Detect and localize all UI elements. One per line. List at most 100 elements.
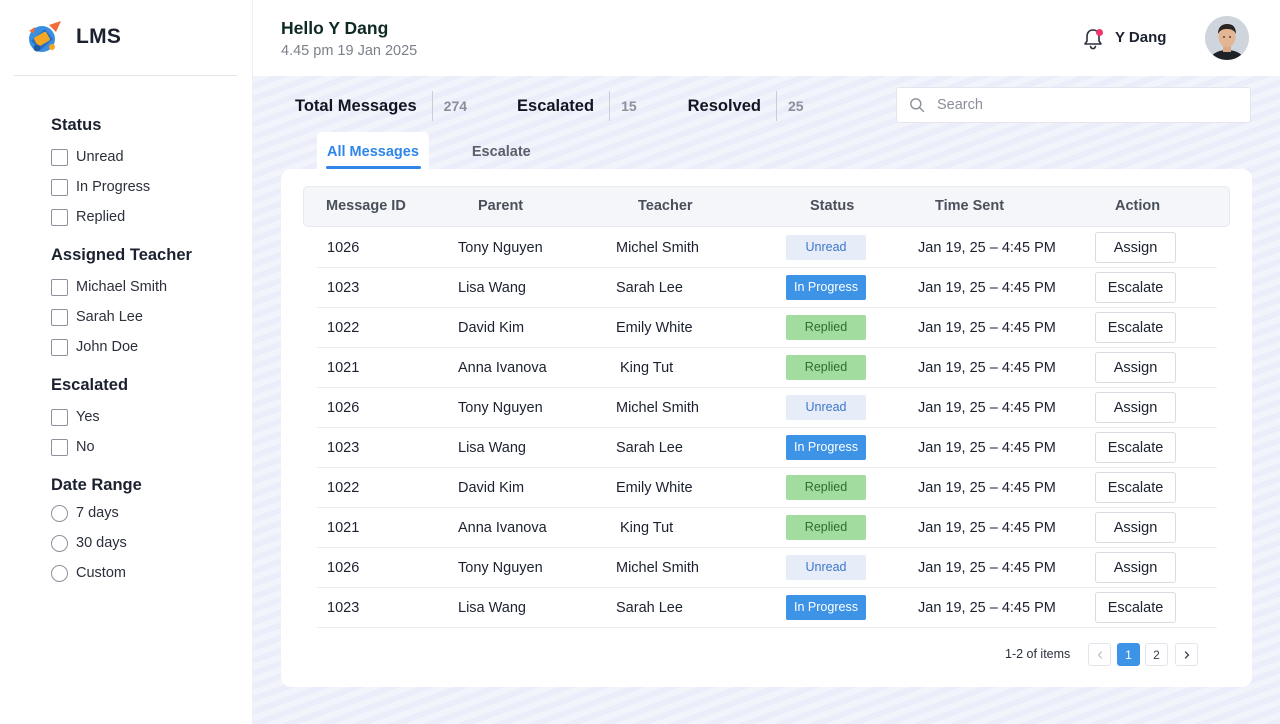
filter-option-john-doe[interactable]: John Doe [51, 332, 192, 362]
table-row[interactable]: 1026 Tony Nguyen Michel Smith Unread Jan 19,… [317, 548, 1217, 588]
table-row[interactable]: 1023 Lisa Wang Sarah Lee In Progress Jan 19,… [317, 428, 1217, 468]
filter-option-label: 30 days [76, 535, 127, 551]
table-row[interactable]: 1021 Anna Ivanova King Tut Replied Jan 19, 2… [317, 348, 1217, 388]
checkbox[interactable] [51, 208, 68, 226]
chevron-right-icon [1184, 650, 1189, 659]
column-header-time-sent[interactable]: Time Sent [935, 187, 1004, 226]
filter-option-yes[interactable]: Yes [51, 402, 128, 432]
escalate-button[interactable]: Escalate [1095, 592, 1176, 623]
stat-value: 25 [788, 98, 804, 114]
checkbox[interactable] [51, 178, 68, 196]
stat-divider [431, 91, 433, 121]
parent-cell: David Kim [458, 320, 525, 336]
parent-cell: Tony Nguyen [458, 240, 543, 256]
message-tabs: All Messages Escalate [317, 132, 541, 172]
filter-option-custom[interactable]: Custom [51, 558, 142, 588]
status-badge: Unread [786, 235, 866, 260]
stat-escalated: Escalated 15 [517, 90, 637, 122]
checkbox[interactable] [51, 308, 68, 326]
avatar[interactable] [1205, 16, 1249, 60]
filter-option-label: Unread [76, 149, 124, 165]
tab-all-messages[interactable]: All Messages [317, 132, 429, 172]
table-row[interactable]: 1021 Anna Ivanova King Tut Replied Jan 19, 2… [317, 508, 1217, 548]
teacher-cell: Michel Smith [616, 240, 699, 256]
table-row[interactable]: 1026 Tony Nguyen Michel Smith Unread Jan 19,… [317, 228, 1217, 268]
time-sent-cell: Jan 19, 25 – 4:45 PM [918, 320, 1056, 336]
column-header-status[interactable]: Status [810, 187, 854, 226]
checkbox[interactable] [51, 148, 68, 166]
page-button-1[interactable]: 1 [1117, 643, 1140, 666]
time-sent-cell: Jan 19, 25 – 4:45 PM [918, 600, 1056, 616]
column-header-action[interactable]: Action [1115, 187, 1160, 226]
filter-group-escalated: Escalated Yes No [51, 376, 128, 462]
stat-total-messages: Total Messages 274 [295, 90, 467, 122]
filter-option-30-days[interactable]: 30 days [51, 528, 142, 558]
time-sent-cell: Jan 19, 25 – 4:45 PM [918, 520, 1056, 536]
greeting: Hello Y Dang [281, 18, 389, 38]
assign-button[interactable]: Assign [1095, 392, 1176, 423]
table-row[interactable]: 1022 David Kim Emily White Replied Jan 19, 2… [317, 308, 1217, 348]
filter-option-7-days[interactable]: 7 days [51, 498, 142, 528]
assign-button[interactable]: Assign [1095, 552, 1176, 583]
status-badge: Replied [786, 355, 866, 380]
search-icon [910, 98, 925, 113]
prev-page-button[interactable] [1088, 643, 1111, 666]
table-row[interactable]: 1026 Tony Nguyen Michel Smith Unread Jan 19,… [317, 388, 1217, 428]
filter-option-michael-smith[interactable]: Michael Smith [51, 272, 192, 302]
parent-cell: Lisa Wang [458, 600, 526, 616]
filter-option-label: Sarah Lee [76, 309, 143, 325]
radio-button[interactable] [51, 534, 68, 552]
column-header-message-id[interactable]: Message ID [326, 187, 406, 226]
table-row[interactable]: 1022 David Kim Emily White Replied Jan 19, 2… [317, 468, 1217, 508]
filter-option-label: Michael Smith [76, 279, 168, 295]
escalate-button[interactable]: Escalate [1095, 472, 1176, 503]
stat-label: Total Messages [295, 96, 417, 115]
assign-button[interactable]: Assign [1095, 232, 1176, 263]
escalate-button[interactable]: Escalate [1095, 312, 1176, 343]
parent-cell: Tony Nguyen [458, 560, 543, 576]
filter-option-in-progress[interactable]: In Progress [51, 172, 150, 202]
filter-option-no[interactable]: No [51, 432, 128, 462]
radio-button[interactable] [51, 564, 68, 582]
table-row[interactable]: 1023 Lisa Wang Sarah Lee In Progress Jan 19,… [317, 588, 1217, 628]
user-name[interactable]: Y Dang [1115, 29, 1166, 46]
search-input[interactable] [937, 97, 1237, 113]
message-id-cell: 1021 [327, 360, 360, 376]
checkbox[interactable] [51, 438, 68, 456]
tab-escalate[interactable]: Escalate [462, 132, 541, 172]
brand[interactable]: LMS [25, 17, 121, 57]
message-id-cell: 1021 [327, 520, 360, 536]
stat-divider [609, 91, 611, 121]
filter-title: Status [51, 116, 102, 134]
search-box[interactable] [896, 87, 1251, 123]
column-header-teacher[interactable]: Teacher [638, 187, 693, 226]
message-id-cell: 1023 [327, 280, 360, 296]
message-id-cell: 1023 [327, 600, 360, 616]
radio-button[interactable] [51, 504, 68, 522]
assign-button[interactable]: Assign [1095, 352, 1176, 383]
filter-option-label: Replied [76, 209, 126, 225]
checkbox[interactable] [51, 408, 68, 426]
filter-option-replied[interactable]: Replied [51, 202, 150, 232]
page-button-2[interactable]: 2 [1145, 643, 1168, 666]
assign-button[interactable]: Assign [1095, 512, 1176, 543]
stat-value: 15 [621, 98, 637, 114]
parent-cell: Lisa Wang [458, 280, 526, 296]
status-badge: Replied [786, 315, 866, 340]
filter-option-sarah-lee[interactable]: Sarah Lee [51, 302, 192, 332]
stat-resolved: Resolved 25 [688, 90, 804, 122]
checkbox[interactable] [51, 338, 68, 356]
escalate-button[interactable]: Escalate [1095, 272, 1176, 303]
message-id-cell: 1022 [327, 320, 360, 336]
escalate-button[interactable]: Escalate [1095, 432, 1176, 463]
next-page-button[interactable] [1175, 643, 1198, 666]
checkbox[interactable] [51, 278, 68, 296]
table-row[interactable]: 1023 Lisa Wang Sarah Lee In Progress Jan 19,… [317, 268, 1217, 308]
time-sent-cell: Jan 19, 25 – 4:45 PM [918, 480, 1056, 496]
sidebar: LMS Status Unread In Progress Replied Assign… [0, 0, 253, 724]
message-id-cell: 1022 [327, 480, 360, 496]
teacher-cell: King Tut [620, 360, 674, 376]
column-header-parent[interactable]: Parent [478, 187, 523, 226]
table-header: Message ID Parent Teacher Status Time Se… [303, 186, 1230, 227]
filter-option-unread[interactable]: Unread [51, 142, 150, 172]
